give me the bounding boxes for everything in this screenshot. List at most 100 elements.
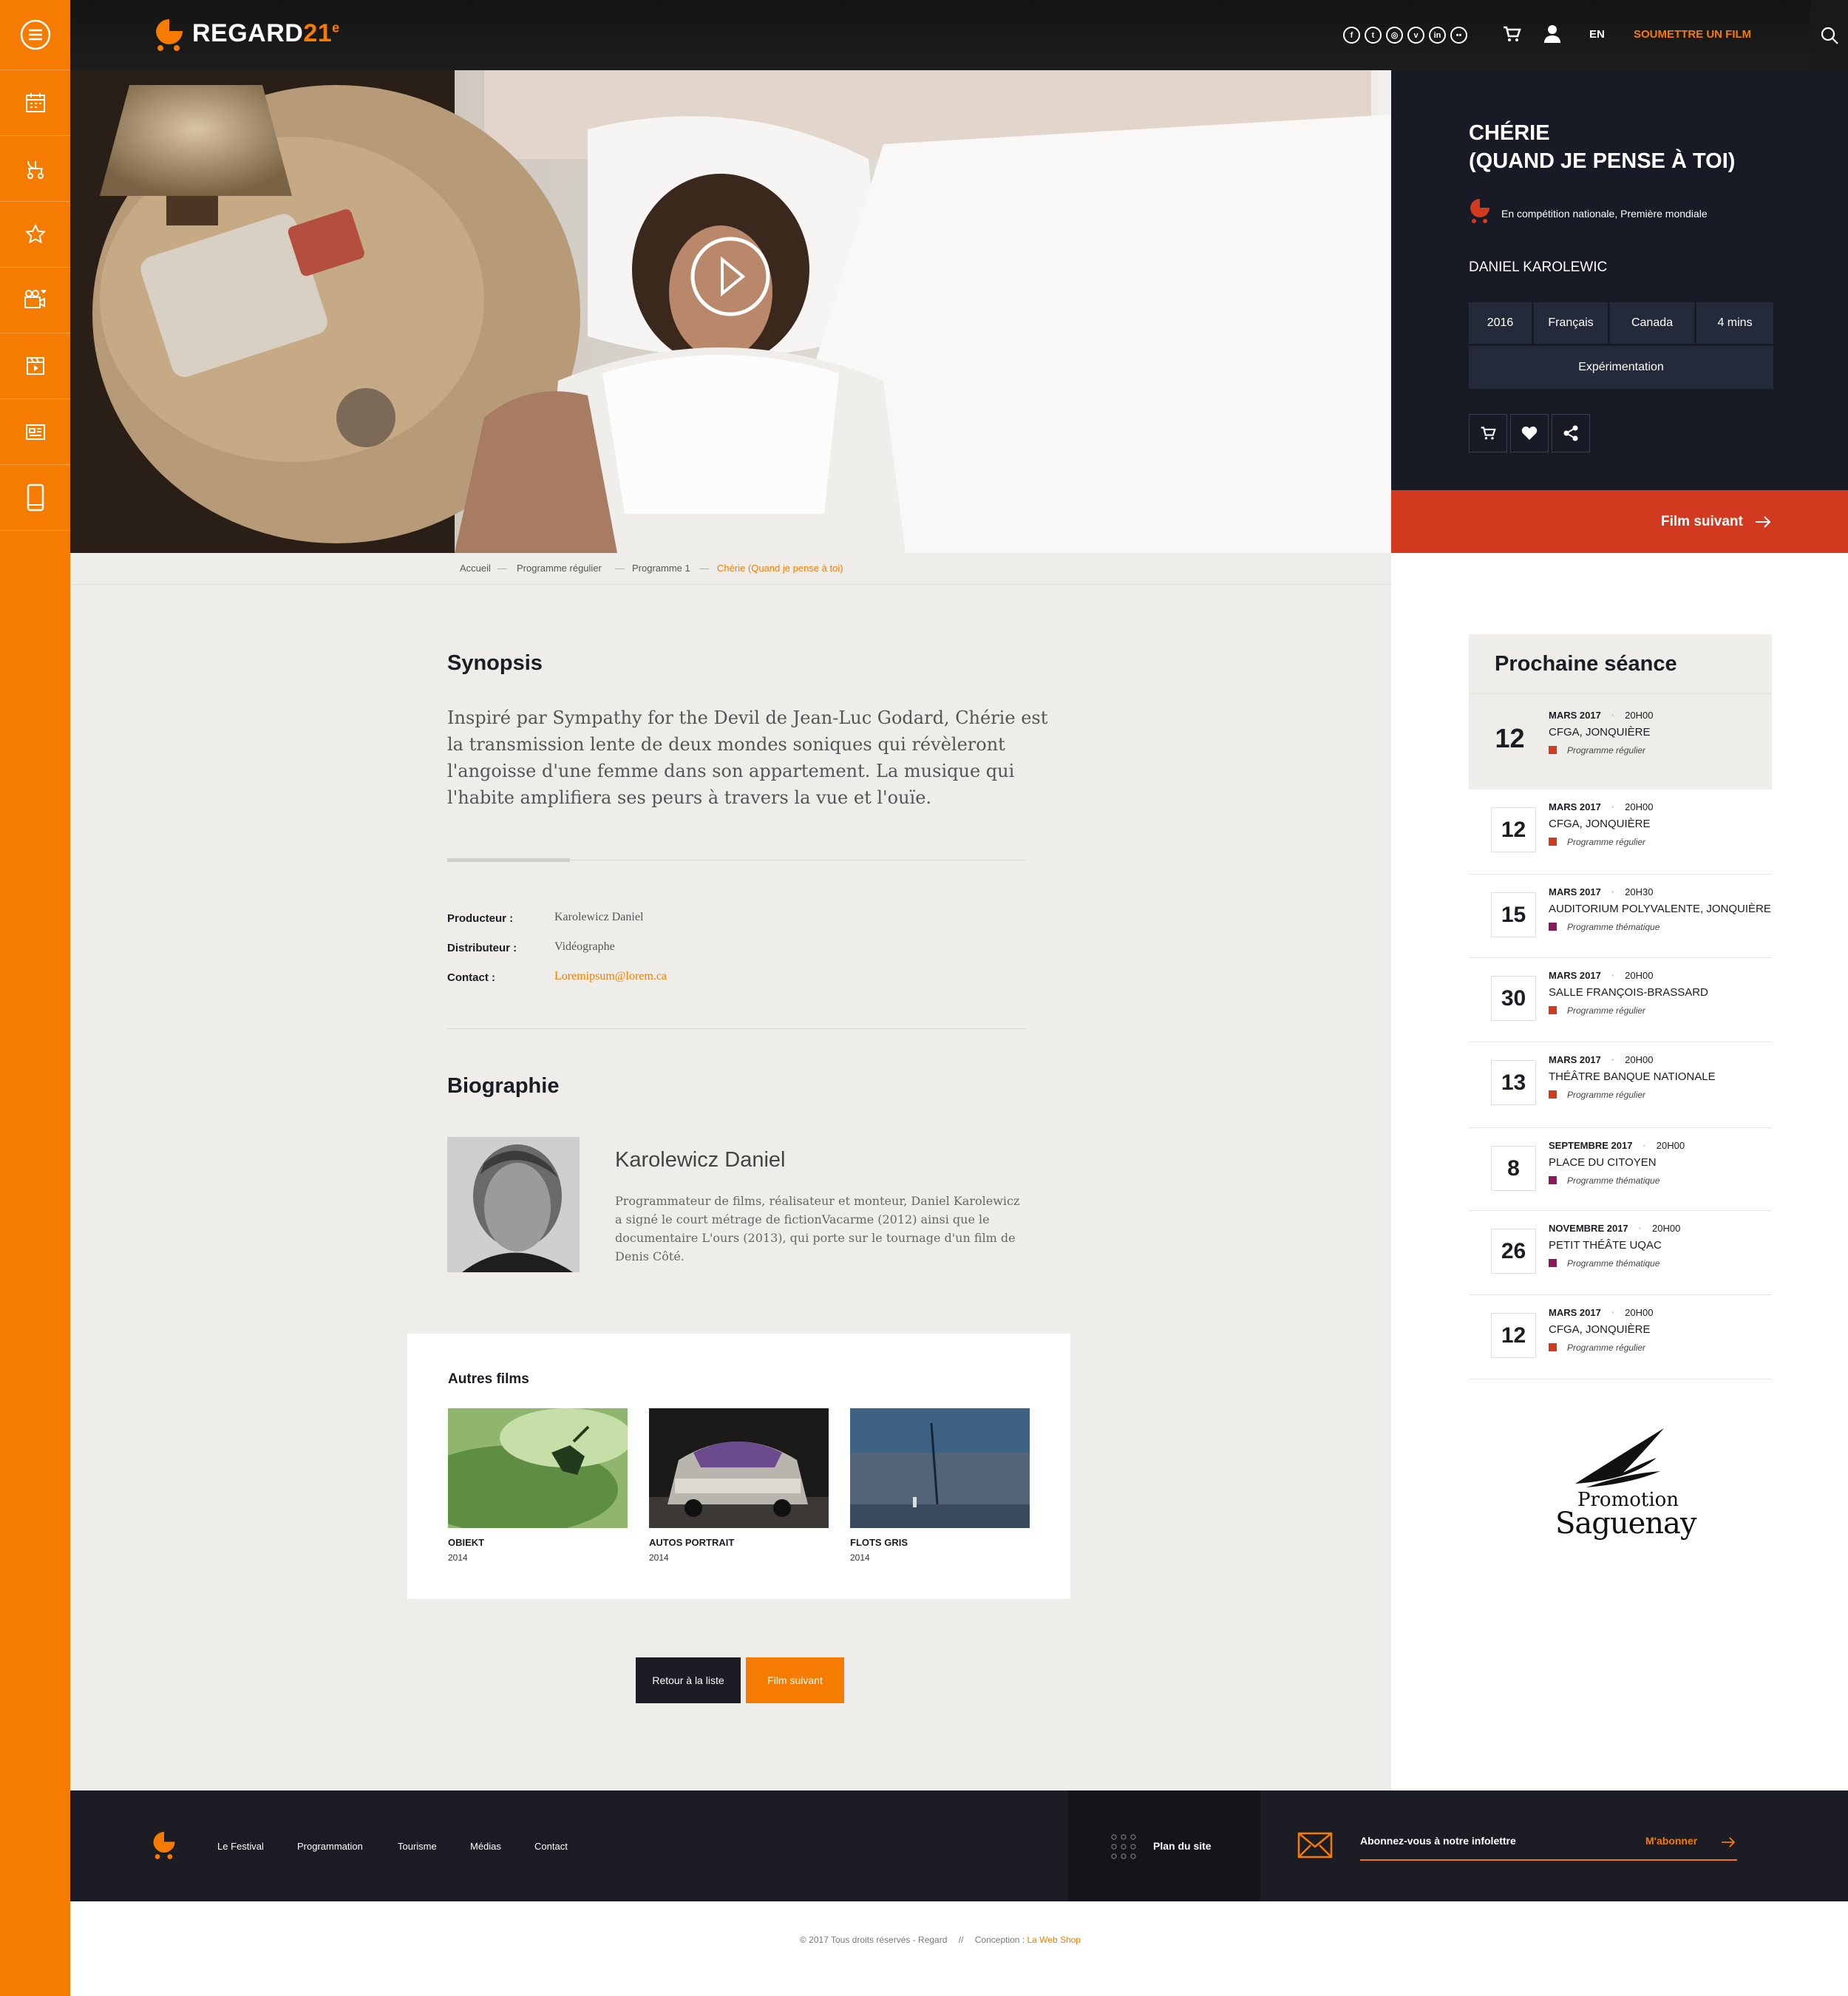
session-month: MARS 2017 bbox=[1549, 801, 1601, 812]
instagram-icon[interactable]: ◎ bbox=[1386, 27, 1403, 44]
obiekt-thumbnail-image bbox=[448, 1408, 628, 1528]
sidebar-item-kids[interactable] bbox=[0, 136, 70, 202]
sidebar-item-my-films[interactable] bbox=[0, 268, 70, 333]
breadcrumb-programme[interactable]: Programme régulier bbox=[517, 563, 602, 574]
cart-icon bbox=[1481, 427, 1496, 440]
film-thumbnail-flots-gris[interactable] bbox=[850, 1408, 1030, 1528]
session-row[interactable]: 12 MARS 2017 · 20H00 CFGA, JONQUIÈRE Programm… bbox=[1469, 693, 1772, 790]
contact-email-link[interactable]: Loremipsum@lorem.ca bbox=[554, 970, 667, 983]
footer-link-programmation[interactable]: Programmation bbox=[297, 1841, 363, 1852]
session-row[interactable]: 26 NOVEMBRE 2017 · 20H00 PETIT THÉÂTE UQAC Pr… bbox=[1469, 1211, 1772, 1295]
session-row[interactable]: 12 MARS 2017 · 20H00 CFGA, JONQUIÈRE Programm… bbox=[1469, 1295, 1772, 1379]
session-month: MARS 2017 bbox=[1549, 1054, 1601, 1065]
session-separator: · bbox=[1643, 1140, 1646, 1151]
film-title-obiekt[interactable]: OBIEKT bbox=[448, 1537, 484, 1548]
film-thumbnail-obiekt[interactable] bbox=[448, 1408, 628, 1528]
sidebar-item-news[interactable] bbox=[0, 399, 70, 465]
vimeo-icon[interactable]: v bbox=[1407, 27, 1424, 44]
director-bio-text: Programmateur de films, réalisateur et m… bbox=[615, 1194, 1020, 1263]
session-separator: · bbox=[1611, 801, 1615, 812]
session-separator: · bbox=[1611, 1307, 1615, 1318]
sponsor-logo[interactable]: Promotion Saguenay bbox=[1555, 1428, 1696, 1541]
session-separator: · bbox=[1638, 1223, 1642, 1234]
add-to-cart-button[interactable] bbox=[1469, 414, 1507, 452]
back-to-list-button[interactable]: Retour à la liste bbox=[636, 1657, 741, 1703]
session-day: 12 bbox=[1491, 807, 1536, 852]
session-date: SEPTEMBRE 2017 · 20H00 bbox=[1549, 1140, 1685, 1151]
flickr-icon[interactable]: •• bbox=[1450, 27, 1467, 44]
sitemap-block[interactable]: Plan du site bbox=[1068, 1790, 1260, 1901]
search-button[interactable] bbox=[1810, 0, 1848, 70]
session-place: CFGA, JONQUIÈRE bbox=[1549, 1323, 1651, 1336]
calendar-icon bbox=[25, 93, 45, 112]
breadcrumb-home[interactable]: Accueil bbox=[460, 563, 491, 574]
footer-link-tourisme[interactable]: Tourisme bbox=[398, 1841, 437, 1852]
search-icon bbox=[1821, 27, 1838, 44]
synopsis-text: Inspiré par Sympathy for the Devil de Je… bbox=[447, 707, 1048, 808]
linkedin-icon[interactable]: in bbox=[1429, 27, 1446, 44]
session-program-label: Programme régulier bbox=[1567, 745, 1646, 756]
program-color-marker bbox=[1549, 923, 1557, 931]
share-button[interactable] bbox=[1552, 414, 1590, 452]
sitemap-link: Plan du site bbox=[1153, 1840, 1212, 1852]
session-row[interactable]: 12 MARS 2017 · 20H00 CFGA, JONQUIÈRE Programm… bbox=[1469, 790, 1772, 875]
session-row[interactable]: 30 MARS 2017 · 20H00 SALLE FRANÇOIS-BRASSARD… bbox=[1469, 958, 1772, 1042]
director-name[interactable]: DANIEL KAROLEWIC bbox=[1469, 259, 1607, 276]
session-row[interactable]: 13 MARS 2017 · 20H00 THÉÂTRE BANQUE NATIONAL… bbox=[1469, 1042, 1772, 1128]
film-thumbnail-autos-portrait[interactable] bbox=[649, 1408, 829, 1528]
twitter-icon[interactable]: t bbox=[1365, 27, 1382, 44]
clapper-icon bbox=[26, 357, 44, 375]
hero-still-image bbox=[70, 70, 1391, 553]
left-sidebar bbox=[0, 0, 70, 1996]
session-place: THÉÂTRE BANQUE NATIONALE bbox=[1549, 1070, 1716, 1083]
stroller-icon bbox=[27, 160, 44, 179]
menu-button[interactable] bbox=[0, 0, 70, 70]
program-color-marker bbox=[1549, 1176, 1557, 1184]
footer-link-medias[interactable]: Médias bbox=[470, 1841, 501, 1852]
session-row[interactable]: 15 MARS 2017 · 20H30 AUDITORIUM POLYVALENTE,… bbox=[1469, 875, 1772, 958]
breadcrumb-programme-1[interactable]: Programme 1 bbox=[632, 563, 690, 574]
cart-button[interactable] bbox=[1502, 24, 1521, 47]
submit-film-link[interactable]: SOUMETTRE UN FILM bbox=[1634, 28, 1751, 41]
program-color-marker bbox=[1549, 1090, 1557, 1099]
hamburger-icon bbox=[20, 19, 50, 50]
competition-logo bbox=[1469, 198, 1491, 228]
brand-logo[interactable] bbox=[153, 18, 186, 57]
program-color-marker bbox=[1549, 838, 1557, 846]
next-film-bar[interactable]: Film suivant bbox=[1391, 490, 1848, 553]
session-program: Programme thématique bbox=[1549, 922, 1660, 932]
subscribe-link[interactable]: M'abonner bbox=[1645, 1835, 1697, 1847]
film-title-autos-portrait[interactable]: AUTOS PORTRAIT bbox=[649, 1537, 734, 1548]
film-hero-image bbox=[70, 70, 1391, 553]
language-switch[interactable]: EN bbox=[1589, 28, 1605, 41]
session-row[interactable]: 8 SEPTEMBRE 2017 · 20H00 PLACE DU CITOYEN Pro… bbox=[1469, 1128, 1772, 1211]
arrow-right-icon[interactable] bbox=[1721, 1836, 1736, 1848]
session-program: Programme régulier bbox=[1549, 1090, 1645, 1100]
film-year-obiekt: 2014 bbox=[448, 1552, 468, 1563]
sidebar-item-mobile[interactable] bbox=[0, 465, 70, 531]
session-date: MARS 2017 · 20H00 bbox=[1549, 1054, 1653, 1065]
favorite-button[interactable] bbox=[1510, 414, 1549, 452]
producer-value: Karolewicz Daniel bbox=[554, 911, 644, 923]
session-place: CFGA, JONQUIÈRE bbox=[1549, 818, 1651, 830]
stroller-logo-icon bbox=[153, 1832, 175, 1859]
sidebar-item-films[interactable] bbox=[0, 333, 70, 399]
session-program-label: Programme thématique bbox=[1567, 922, 1660, 932]
sidebar-item-favorites[interactable] bbox=[0, 202, 70, 268]
footer: Le Festival Programmation Tourisme Média… bbox=[70, 1790, 1848, 1901]
next-film-button[interactable]: Film suivant bbox=[746, 1657, 844, 1703]
account-button[interactable] bbox=[1543, 24, 1561, 47]
brand-name[interactable]: REGARD21e bbox=[192, 19, 340, 48]
footer-link-festival[interactable]: Le Festival bbox=[217, 1841, 264, 1852]
sidebar-item-calendar[interactable] bbox=[0, 70, 70, 136]
facebook-icon[interactable]: f bbox=[1343, 27, 1360, 44]
session-program: Programme régulier bbox=[1549, 1005, 1645, 1016]
year-tag: 2016 bbox=[1469, 302, 1532, 344]
progress-indicator bbox=[447, 858, 570, 862]
flots-gris-thumbnail-image bbox=[850, 1408, 1030, 1528]
footer-logo[interactable] bbox=[152, 1832, 177, 1864]
film-title-flots-gris[interactable]: FLOTS GRIS bbox=[850, 1537, 908, 1548]
session-program-label: Programme régulier bbox=[1567, 1090, 1646, 1100]
design-credit-link[interactable]: La Web Shop bbox=[1027, 1935, 1081, 1945]
footer-link-contact[interactable]: Contact bbox=[534, 1841, 568, 1852]
